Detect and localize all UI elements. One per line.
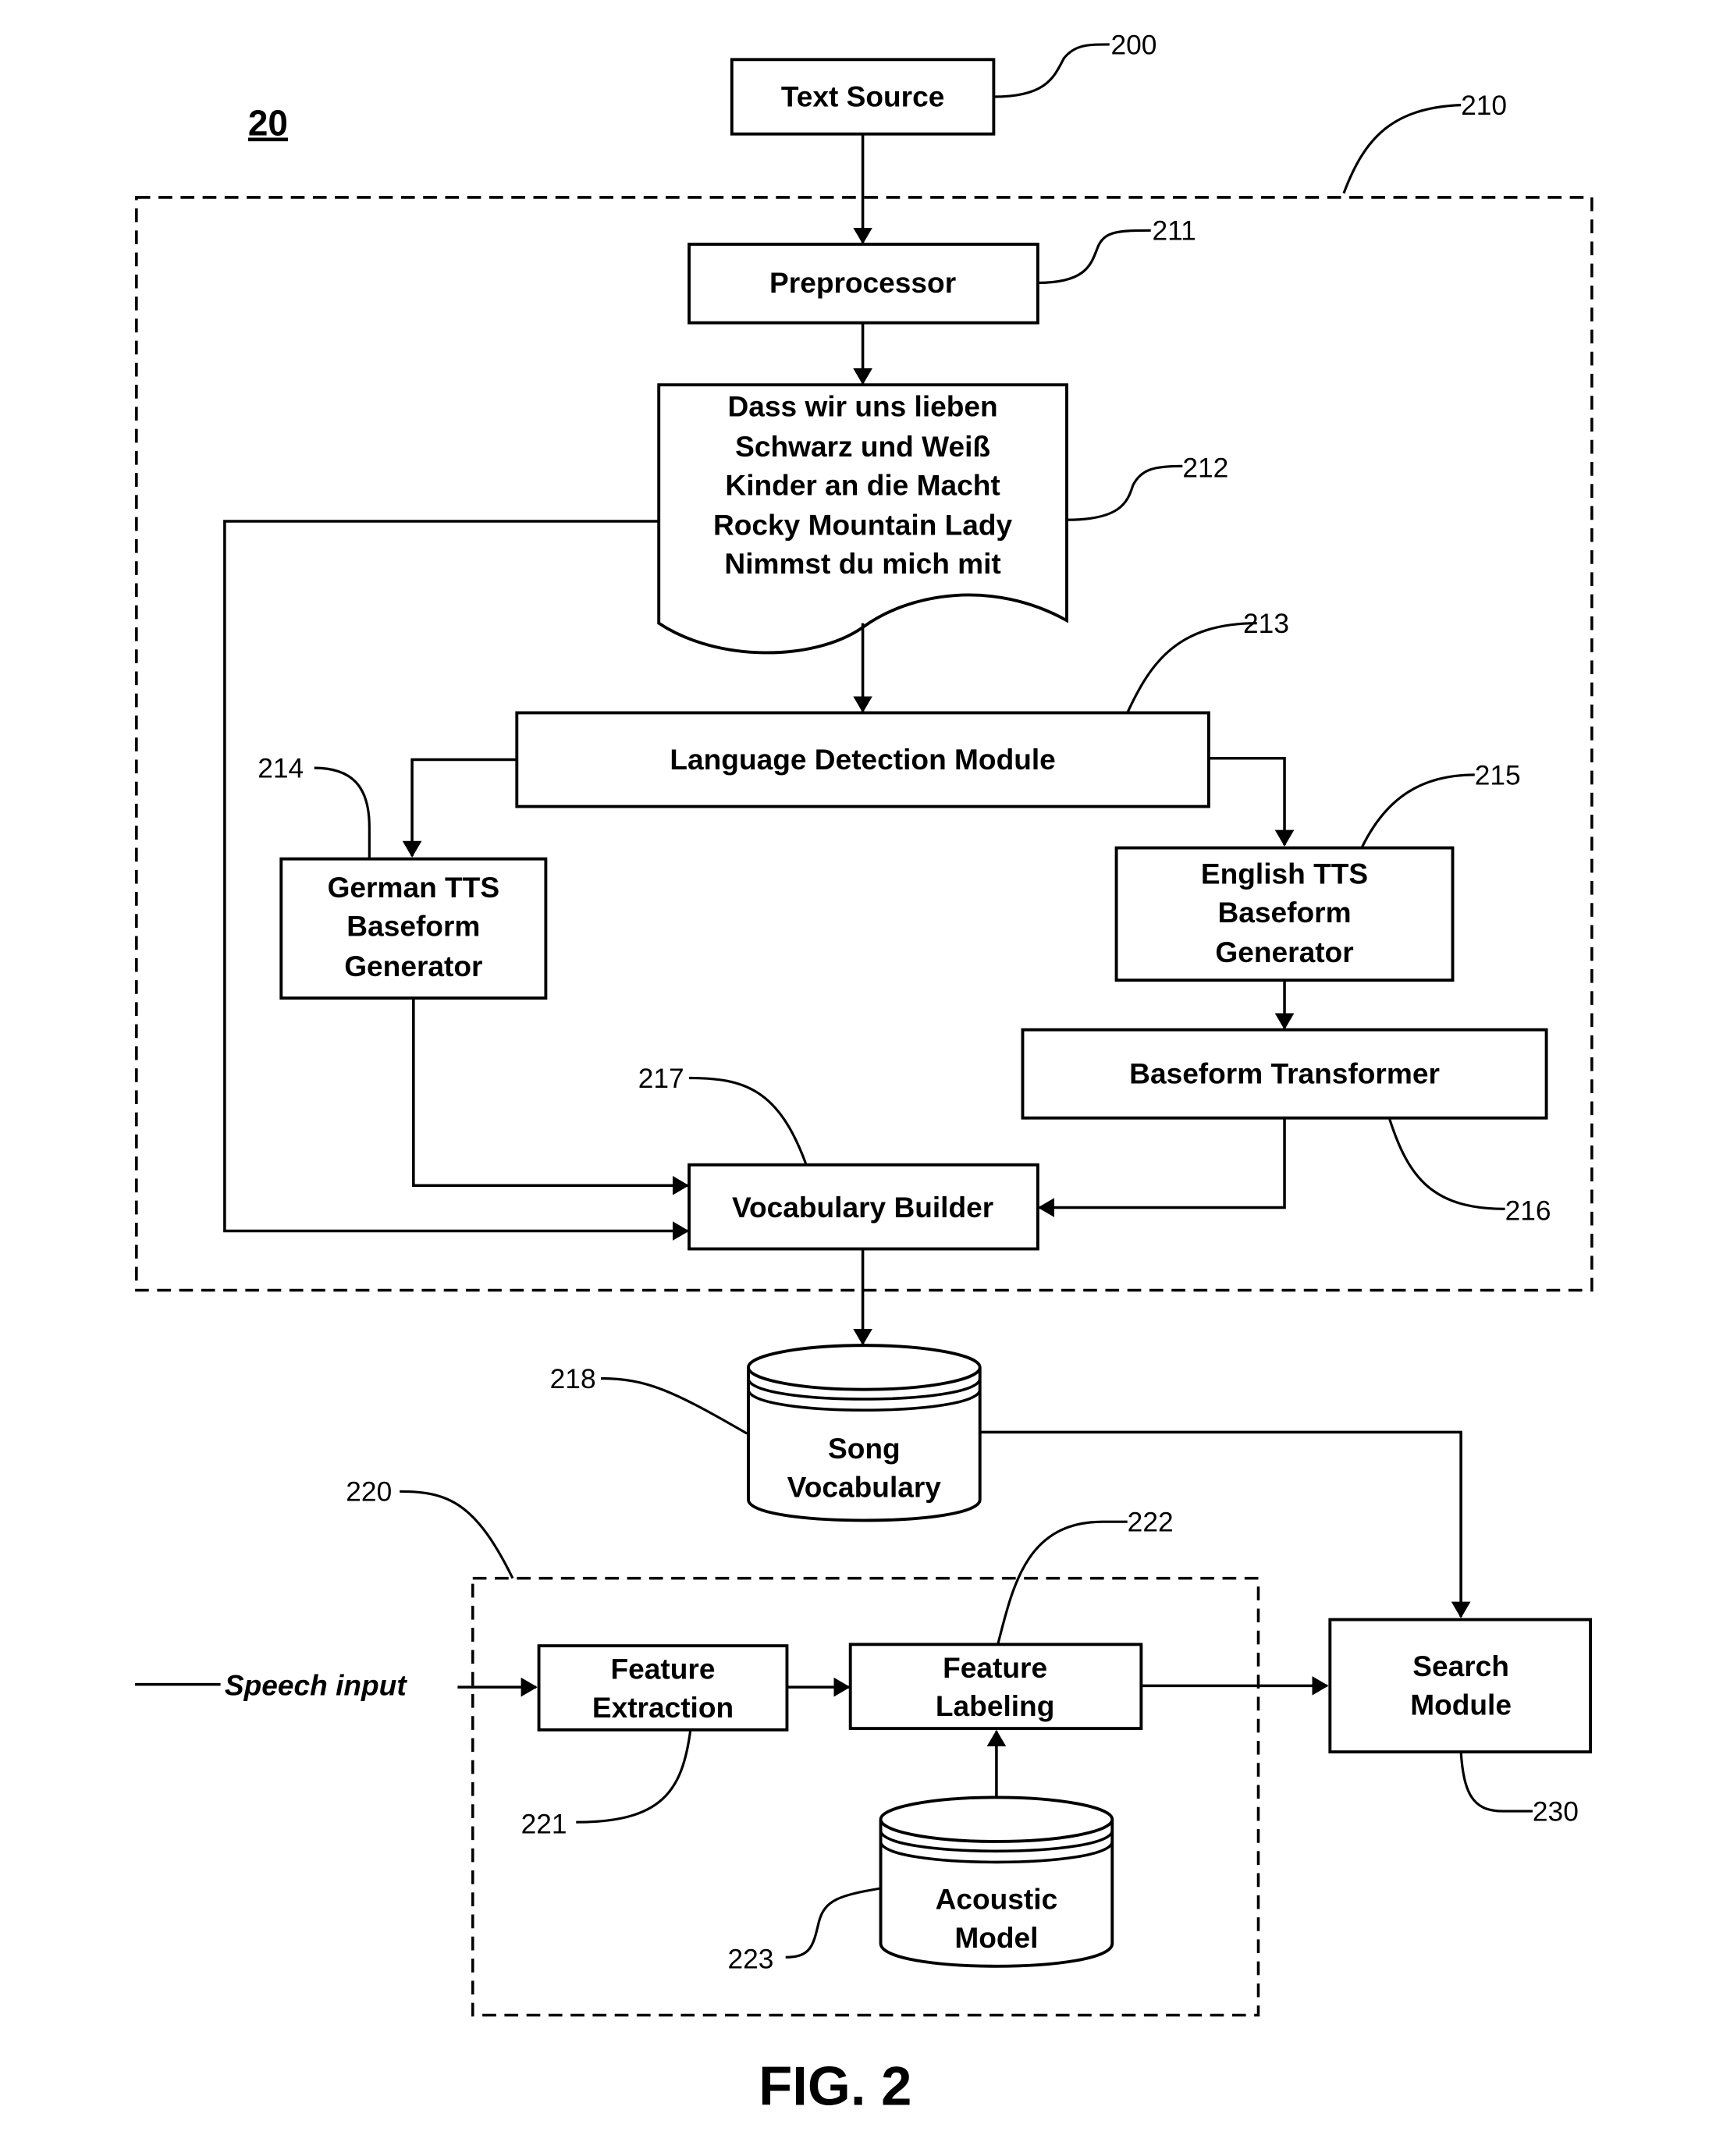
search-module-node[interactable]: Search Module [1328, 1618, 1593, 1754]
german-tts-line-3: Generator [344, 950, 482, 982]
song-vocabulary-node[interactable]: Song Vocabulary [747, 1344, 982, 1522]
song-vocabulary-top [747, 1344, 982, 1391]
english-tts-line-1: English TTS [1201, 857, 1368, 890]
ref-220: 220 [346, 1477, 392, 1508]
english-tts-line-3: Generator [1215, 936, 1353, 968]
leader-213 [1126, 622, 1257, 714]
german-tts-line-1: German TTS [328, 871, 499, 904]
preprocessor-label: Preprocessor [769, 266, 956, 299]
acoustic-model-line-2: Model [954, 1921, 1038, 1954]
acoustic-model-node[interactable]: Acoustic Model [879, 1795, 1114, 1968]
edge-songvocab-search [979, 1430, 1471, 1618]
lyrics-line-3: Kinder an die Macht [725, 468, 1000, 501]
ref-200: 200 [1111, 30, 1157, 60]
leader-222 [997, 1520, 1128, 1645]
leader-212 [1066, 464, 1183, 521]
lyrics-document-node[interactable]: Dass wir uns lieben Schwarz und Weiß Kin… [657, 383, 1068, 655]
ref-230: 230 [1533, 1796, 1579, 1827]
feature-labeling-line-2: Labeling [936, 1689, 1054, 1722]
search-module-line-1: Search [1412, 1650, 1509, 1682]
vocabulary-builder-node[interactable]: Vocabulary Builder [688, 1163, 1039, 1251]
ref-215: 215 [1475, 760, 1521, 790]
german-tts-node[interactable]: German TTS Baseform Generator [279, 857, 548, 1000]
edge-languagedetection-english [1208, 756, 1295, 847]
lyrics-line-1: Dass wir uns lieben [728, 390, 998, 423]
ref-217: 217 [638, 1064, 684, 1094]
language-detection-label: Language Detection Module [670, 743, 1055, 776]
english-tts-node[interactable]: English TTS Baseform Generator [1114, 846, 1455, 982]
leader-221 [576, 1729, 692, 1824]
search-module-box [1328, 1618, 1593, 1754]
leader-216 [1387, 1117, 1505, 1210]
text-source-label: Text Source [781, 80, 945, 112]
text-source-node[interactable]: Text Source [730, 58, 996, 136]
baseform-transformer-node[interactable]: Baseform Transformer [1021, 1028, 1548, 1120]
ref-213: 213 [1243, 609, 1289, 639]
preprocessor-node[interactable]: Preprocessor [688, 243, 1039, 325]
lyrics-line-2: Schwarz und Weiß [735, 430, 990, 463]
german-tts-line-2: Baseform [346, 910, 480, 943]
song-vocabulary-line-2: Vocabulary [787, 1470, 942, 1503]
speech-input-label: Speech input [225, 1669, 407, 1702]
feature-labeling-line-1: Feature [943, 1651, 1047, 1684]
edge-languagedetection-german [402, 758, 517, 858]
lyrics-line-5: Nimmst du mich mit [724, 547, 1000, 580]
leader-230 [1459, 1752, 1533, 1813]
figure-number: 20 [248, 102, 288, 143]
ref-221: 221 [521, 1809, 567, 1839]
acoustic-model-top [879, 1795, 1114, 1843]
lyrics-line-4: Rocky Mountain Lady [713, 509, 1013, 542]
feature-extraction-node[interactable]: Feature Extraction [537, 1644, 789, 1732]
song-vocabulary-line-1: Song [828, 1432, 901, 1465]
baseform-transformer-label: Baseform Transformer [1129, 1057, 1440, 1090]
ref-216: 216 [1505, 1195, 1551, 1226]
acoustic-model-line-1: Acoustic [936, 1882, 1058, 1915]
leader-220 [400, 1490, 514, 1579]
ref-210: 210 [1461, 91, 1507, 121]
leader-218 [601, 1376, 748, 1435]
language-detection-node[interactable]: Language Detection Module [515, 711, 1210, 808]
ref-218: 218 [550, 1364, 596, 1394]
feature-labeling-node[interactable]: Feature Labeling [848, 1643, 1143, 1731]
feature-extraction-line-1: Feature [611, 1653, 716, 1685]
leader-210 [1342, 104, 1462, 194]
patent-figure-diagram: 20 210 Text Source 200 Preprocessor 211 … [135, 30, 1594, 2116]
english-tts-line-2: Baseform [1218, 896, 1352, 929]
leader-223 [785, 1887, 881, 1959]
figure-caption: FIG. 2 [759, 2055, 911, 2116]
leader-211 [1037, 229, 1151, 285]
search-module-line-2: Module [1410, 1688, 1512, 1721]
leader-215 [1360, 773, 1475, 849]
vocabulary-builder-label: Vocabulary Builder [732, 1191, 993, 1224]
ref-222: 222 [1128, 1508, 1174, 1538]
ref-212: 212 [1182, 453, 1228, 483]
ref-214: 214 [258, 753, 304, 783]
leader-217 [689, 1076, 808, 1166]
ref-211: 211 [1152, 216, 1196, 247]
leader-214 [314, 766, 371, 859]
feature-extraction-line-2: Extraction [592, 1691, 734, 1724]
leader-200 [993, 43, 1110, 98]
ref-223: 223 [728, 1944, 774, 1974]
edge-transformer-vocabbuilder [1037, 1117, 1286, 1217]
